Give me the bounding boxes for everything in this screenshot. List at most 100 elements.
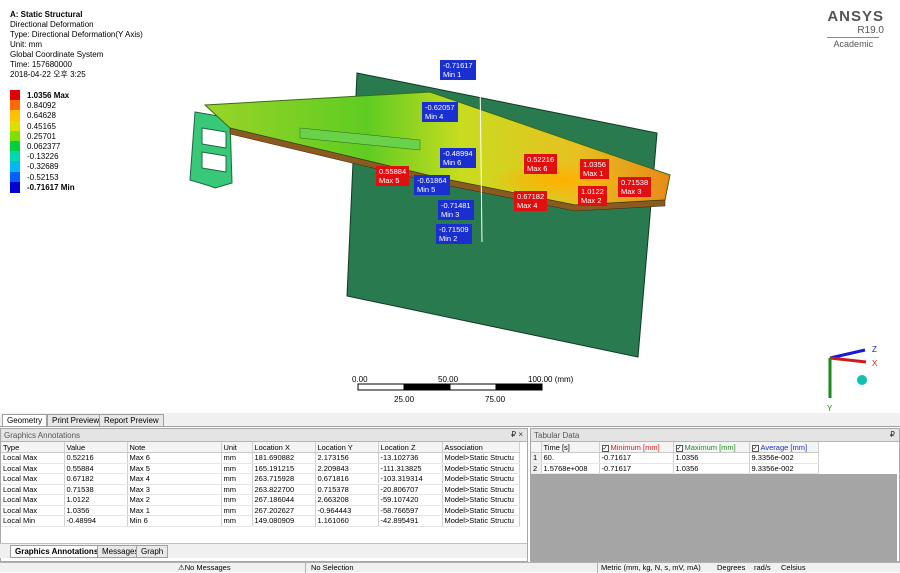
series-checkbox[interactable]: ✓	[601, 444, 609, 452]
scale-tick-0: 0.00	[352, 375, 368, 384]
pin-icon[interactable]: ₽	[890, 430, 895, 439]
probe-label: Min 3	[441, 210, 460, 219]
triad-z-label: Z	[872, 345, 877, 354]
probe-max-3[interactable]: 0.71538 Max 3	[618, 177, 652, 197]
tab-geometry[interactable]: Geometry	[2, 414, 48, 426]
probe-value: 0.71538	[621, 178, 649, 187]
column-header[interactable]: Value	[64, 442, 128, 453]
table-cell: 2.663208	[315, 494, 379, 506]
tabular-empty-area	[531, 474, 897, 561]
table-cell: 2.209843	[315, 463, 379, 474]
pin-close-icon[interactable]: ₽ ×	[511, 430, 523, 439]
tabular-column-label: Maximum [mm]	[684, 442, 736, 452]
table-row[interactable]: Local Min -0.48994 Min 6 mm 149.080909 1.1610…	[1, 515, 520, 527]
table-cell: 263.822700	[252, 484, 316, 495]
view-tabs: Geometry Print Preview Report Preview	[0, 413, 900, 427]
table-cell: mm	[221, 452, 253, 464]
probe-label: Min 6	[443, 158, 462, 167]
table-row[interactable]: Local Max 1.0356 Max 1 mm 267.202627 -0.96444…	[1, 505, 520, 516]
table-cell: Min 6	[127, 515, 222, 527]
tab-graphics-annotations[interactable]: Graphics Annotations	[10, 545, 104, 558]
table-cell: Max 5	[127, 463, 222, 474]
probe-max-4[interactable]: 0.67182 Max 4	[514, 191, 548, 211]
annotations-table[interactable]: Type Value Note Unit Location X Location Y Loc…	[1, 442, 520, 527]
table-cell: mm	[221, 505, 253, 516]
probe-max-6[interactable]: 0.52216 Max 6	[524, 154, 558, 174]
table-row[interactable]: Local Max 0.67182 Max 4 mm 263.715928 0.67181…	[1, 473, 520, 485]
table-row[interactable]: Local Max 0.71538 Max 3 mm 263.822700 0.71537…	[1, 484, 520, 495]
column-header[interactable]: Location Z	[378, 442, 443, 453]
probe-value: -0.71509	[439, 225, 469, 234]
tabular-cell: 1.5768e+008	[541, 463, 600, 474]
tab-report-preview[interactable]: Report Preview	[99, 414, 164, 426]
scale-tick-100: 100.00 (mm)	[528, 375, 574, 384]
probe-min-3[interactable]: -0.71481 Min 3	[438, 200, 474, 220]
probe-max-5[interactable]: 0.55884 Max 5	[376, 166, 410, 186]
column-header[interactable]: Unit	[221, 442, 253, 453]
tabular-cell: -0.71617	[599, 463, 674, 474]
table-cell: 263.715928	[252, 473, 316, 485]
probe-max-2[interactable]: 1.0122 Max 2	[578, 186, 607, 206]
table-cell: mm	[221, 494, 253, 506]
tabular-column-header[interactable]: ✓ Maximum [mm]	[673, 442, 750, 453]
tabular-row[interactable]: 1 60. -0.71617 1.0356 9.3356e-002	[531, 452, 819, 464]
tabular-column-header[interactable]: ✓ Average [mm]	[749, 442, 819, 453]
series-checkbox[interactable]: ✓	[675, 444, 683, 452]
tabular-column-header[interactable]	[531, 442, 542, 453]
graphics-viewport[interactable]: A: Static Structural Directional Deforma…	[0, 0, 900, 413]
probe-min-4[interactable]: -0.62057 Min 4	[422, 102, 458, 122]
table-row[interactable]: Local Max 0.55884 Max 5 mm 165.191215 2.20984…	[1, 463, 520, 474]
table-cell: Model>Static Structu	[442, 463, 520, 474]
column-header[interactable]: Association	[442, 442, 520, 453]
table-cell: Local Max	[1, 473, 65, 485]
table-cell: 149.080909	[252, 515, 316, 527]
panel-header: Graphics Annotations ₽ ×	[1, 429, 527, 442]
unit-system[interactable]: Metric (mm, kg, N, s, mV, mA)	[601, 563, 701, 572]
probe-value: -0.71617	[443, 61, 473, 70]
probe-min-5[interactable]: -0.61864 Min 5	[414, 175, 450, 195]
angle-unit[interactable]: Degrees	[717, 563, 745, 572]
table-cell: mm	[221, 484, 253, 495]
column-header[interactable]: Note	[127, 442, 222, 453]
table-cell: -58.766597	[378, 505, 443, 516]
tabular-cell: -0.71617	[599, 452, 674, 464]
tabular-data-panel: Tabular Data ₽ Time [s] ✓ Minimum [mm] ✓ Max…	[530, 428, 900, 562]
bottom-tabs: Graphics Annotations Messages Graph	[0, 543, 527, 558]
column-header[interactable]: Location Y	[315, 442, 379, 453]
tabular-column-header[interactable]: Time [s]	[541, 442, 600, 453]
table-cell: -13.102736	[378, 452, 443, 464]
rate-unit[interactable]: rad/s	[754, 563, 771, 572]
table-row[interactable]: Local Max 0.52216 Max 6 mm 181.690882 2.17315…	[1, 452, 520, 464]
tab-graph[interactable]: Graph	[136, 545, 169, 558]
column-header[interactable]: Type	[1, 442, 65, 453]
triad[interactable]: Z X Y	[827, 345, 878, 413]
bracket-slot-1	[201, 127, 227, 149]
table-cell: Model>Static Structu	[442, 484, 520, 495]
table-cell: 0.671816	[315, 473, 379, 485]
table-cell: -59.107420	[378, 494, 443, 506]
selection-status: No Selection	[311, 563, 354, 572]
probe-min-6[interactable]: -0.48994 Min 6	[440, 148, 476, 168]
probe-value: -0.62057	[425, 103, 455, 112]
probe-min-2[interactable]: -0.71509 Min 2	[436, 224, 472, 244]
scale-ruler: 0.00 50.00 100.00 (mm) 25.00 75.00	[350, 375, 600, 405]
table-cell: 1.0122	[64, 494, 128, 506]
probe-label: Min 4	[425, 112, 444, 121]
triad-y-label: Y	[827, 404, 833, 413]
table-cell: Local Max	[1, 463, 65, 474]
table-cell: Max 3	[127, 484, 222, 495]
table-row[interactable]: Local Max 1.0122 Max 2 mm 267.186044 2.663208…	[1, 494, 520, 506]
temperature-unit[interactable]: Celsius	[781, 563, 806, 572]
tabular-column-header[interactable]: ✓ Minimum [mm]	[599, 442, 674, 453]
probe-min-1[interactable]: -0.71617 Min 1	[440, 60, 476, 80]
probe-value: 1.0122	[581, 187, 604, 196]
probe-max-1[interactable]: 1.0356 Max 1	[580, 159, 609, 179]
series-checkbox[interactable]: ✓	[751, 444, 759, 452]
messages-status[interactable]: ⚠ No Messages	[178, 563, 231, 572]
panel-title: Graphics Annotations	[4, 431, 81, 440]
table-cell: -20.806707	[378, 484, 443, 495]
triad-x-label: X	[872, 359, 878, 368]
tab-print-preview[interactable]: Print Preview	[47, 414, 105, 426]
column-header[interactable]: Location X	[252, 442, 316, 453]
tabular-row[interactable]: 2 1.5768e+008 -0.71617 1.0356 9.3356e-002	[531, 463, 819, 474]
